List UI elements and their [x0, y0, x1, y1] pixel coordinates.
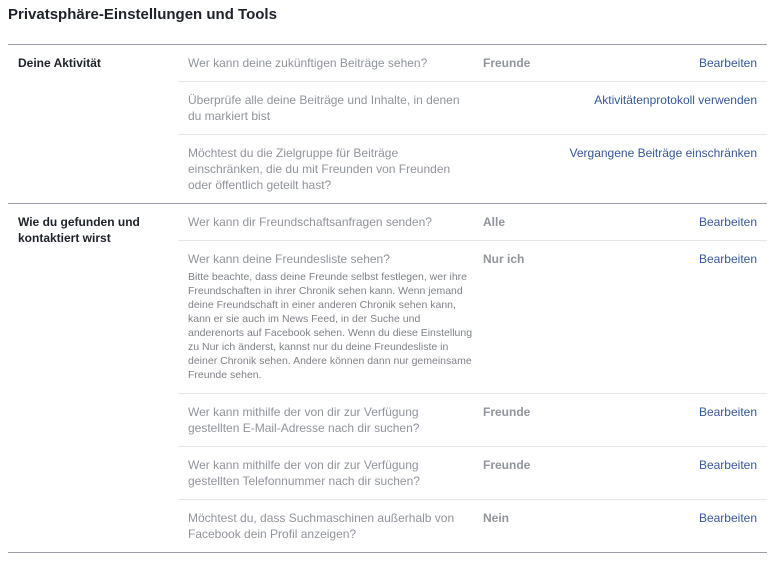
setting-value: Nein: [483, 511, 510, 525]
limit-past-posts-link[interactable]: Vergangene Beiträge einschränken: [570, 145, 757, 161]
setting-question: Wer kann mithilfe der von dir zur Verfüg…: [188, 458, 420, 488]
setting-question: Wer kann deine zukünftigen Beiträge sehe…: [188, 56, 428, 70]
setting-note: Bitte beachte, dass deine Freunde selbst…: [188, 271, 473, 381]
activity-log-link[interactable]: Aktivitätenprotokoll verwenden: [594, 92, 757, 108]
setting-question: Wer kann mithilfe der von dir zur Verfüg…: [188, 405, 420, 435]
setting-row-email-lookup: Wer kann mithilfe der von dir zur Verfüg…: [178, 393, 767, 447]
page-title: Privatsphäre-Einstellungen und Tools: [8, 6, 277, 23]
setting-question: Wer kann dir Freundschaftsanfragen sende…: [188, 215, 432, 229]
setting-value: Freunde: [483, 458, 531, 472]
setting-value: Freunde: [483, 56, 531, 70]
setting-value: Freunde: [483, 405, 531, 419]
edit-button[interactable]: Bearbeiten: [699, 55, 757, 71]
setting-question-block: Wer kann deine Freundesliste sehen? Bitt…: [188, 251, 473, 382]
section-heading: Wie du gefunden und kontaktiert wirst: [18, 215, 140, 245]
edit-button[interactable]: Bearbeiten: [699, 214, 757, 230]
edit-button[interactable]: Bearbeiten: [699, 510, 757, 526]
setting-row-review-tagged: Überprüfe alle deine Beiträge und Inhalt…: [178, 81, 767, 135]
setting-question: Möchtest du, dass Suchmaschinen außerhal…: [188, 511, 455, 541]
setting-question: Wer kann deine Freundesliste sehen?: [188, 252, 390, 266]
setting-question: Möchtest du die Zielgruppe für Beiträge …: [188, 146, 451, 192]
section-heading: Deine Aktivität: [18, 56, 101, 70]
setting-row-future-posts: Wer kann deine zukünftigen Beiträge sehe…: [178, 45, 767, 81]
setting-row-phone-lookup: Wer kann mithilfe der von dir zur Verfüg…: [178, 446, 767, 500]
setting-question: Überprüfe alle deine Beiträge und Inhalt…: [188, 93, 460, 123]
privacy-settings-page: Privatsphäre-Einstellungen und Tools Dei…: [0, 0, 778, 584]
setting-row-search-engines: Möchtest du, dass Suchmaschinen außerhal…: [178, 499, 767, 553]
setting-value: Alle: [483, 215, 506, 229]
setting-row-limit-past-posts: Möchtest du die Zielgruppe für Beiträge …: [178, 134, 767, 204]
divider-bottom: [8, 552, 767, 553]
setting-value: Nur ich: [483, 252, 525, 266]
section-your-activity: Deine Aktivität Wer kann deine zukünftig…: [8, 45, 767, 203]
edit-button[interactable]: Bearbeiten: [699, 457, 757, 473]
edit-button[interactable]: Bearbeiten: [699, 251, 757, 267]
setting-row-friend-requests: Wer kann dir Freundschaftsanfragen sende…: [178, 204, 767, 240]
setting-row-friend-list: Wer kann deine Freundesliste sehen? Bitt…: [178, 240, 767, 394]
section-how-found: Wie du gefunden und kontaktiert wirst We…: [8, 204, 767, 552]
edit-button[interactable]: Bearbeiten: [699, 404, 757, 420]
